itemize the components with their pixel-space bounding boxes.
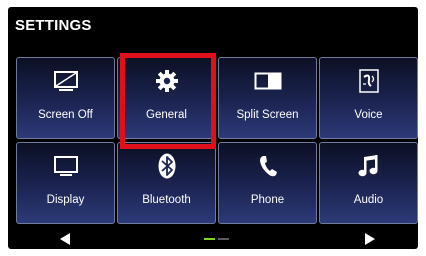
general-button[interactable]: General: [117, 57, 216, 139]
gear-icon: [118, 67, 215, 95]
voice-settings-icon: [320, 67, 417, 95]
split-screen-button[interactable]: Split Screen: [218, 57, 317, 139]
bluetooth-icon: [118, 152, 215, 180]
page-dot-active: [204, 238, 215, 240]
page-title: SETTINGS: [15, 17, 92, 34]
phone-button[interactable]: Phone: [218, 142, 317, 224]
display-label: Display: [46, 194, 85, 206]
split-screen-label: Split Screen: [236, 109, 299, 121]
audio-label: Audio: [353, 194, 384, 206]
bluetooth-button[interactable]: Bluetooth: [117, 142, 216, 224]
next-page-button[interactable]: [363, 232, 377, 251]
previous-page-button[interactable]: [58, 232, 72, 251]
screen-off-label: Screen Off: [38, 109, 93, 121]
page-indicator: [204, 238, 229, 240]
phone-icon: [219, 152, 316, 180]
display-icon: [17, 152, 114, 180]
settings-grid: Screen Off General Split Screen Voice Di…: [16, 57, 418, 224]
display-button[interactable]: Display: [16, 142, 115, 224]
voice-label: Voice: [354, 109, 383, 121]
audio-button[interactable]: Audio: [319, 142, 418, 224]
music-note-icon: [320, 152, 417, 180]
phone-label: Phone: [250, 194, 285, 206]
split-screen-icon: [219, 67, 316, 95]
general-label: General: [146, 109, 187, 121]
voice-button[interactable]: Voice: [319, 57, 418, 139]
arrow-right-icon: [365, 233, 375, 245]
bluetooth-label: Bluetooth: [142, 194, 191, 206]
arrow-left-icon: [60, 233, 70, 245]
screen-off-icon: [17, 67, 114, 95]
screen-off-button[interactable]: Screen Off: [16, 57, 115, 139]
page-dot-inactive: [218, 238, 229, 240]
